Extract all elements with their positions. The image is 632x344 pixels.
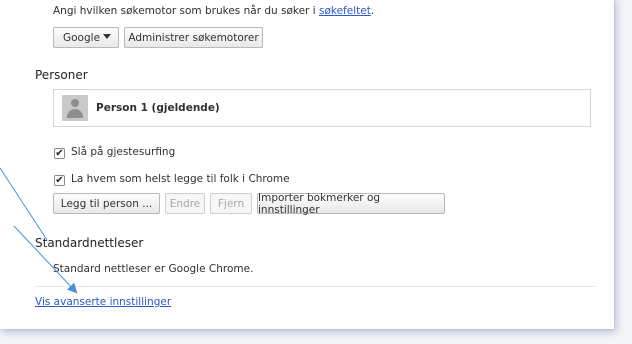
anyone-add-person-checkbox[interactable]: ✔	[54, 175, 65, 186]
remove-person-button[interactable]: Fjern	[210, 193, 252, 214]
import-bookmarks-button[interactable]: Importer bokmerker og innstillinger	[257, 192, 445, 216]
settings-page: Angi hvilken søkemotor som brukes når du…	[0, 0, 614, 329]
profile-name[interactable]: Person 1 (gjeldende)	[96, 102, 220, 114]
search-box-link[interactable]: søkefeltet	[319, 5, 371, 17]
manage-search-engines-button[interactable]: Administrer søkemotorer	[124, 27, 263, 48]
guest-browsing-label: Slå på gjestesurfing	[71, 146, 176, 158]
check-icon: ✔	[55, 175, 64, 186]
anyone-add-person-label: La hvem som helst legge til folk i Chrom…	[71, 173, 290, 185]
default-browser-status: Standard nettleser er Google Chrome.	[53, 263, 254, 275]
profile-list: Person 1 (gjeldende)	[53, 89, 591, 127]
add-person-button[interactable]: Legg til person ...	[53, 193, 160, 214]
search-engine-select[interactable]: Google	[53, 27, 119, 48]
edit-person-button[interactable]: Endre	[165, 193, 205, 214]
section-divider	[35, 286, 595, 287]
default-browser-heading: Standardnettleser	[35, 236, 144, 250]
guest-browsing-checkbox[interactable]: ✔	[54, 148, 65, 159]
caret-down-icon	[103, 34, 111, 39]
check-icon: ✔	[55, 148, 64, 159]
show-advanced-settings-link[interactable]: Vis avanserte innstillinger	[35, 296, 171, 308]
search-engine-description: Angi hvilken søkemotor som brukes når du…	[53, 5, 375, 17]
people-heading: Personer	[35, 68, 88, 82]
person-icon	[62, 95, 88, 121]
